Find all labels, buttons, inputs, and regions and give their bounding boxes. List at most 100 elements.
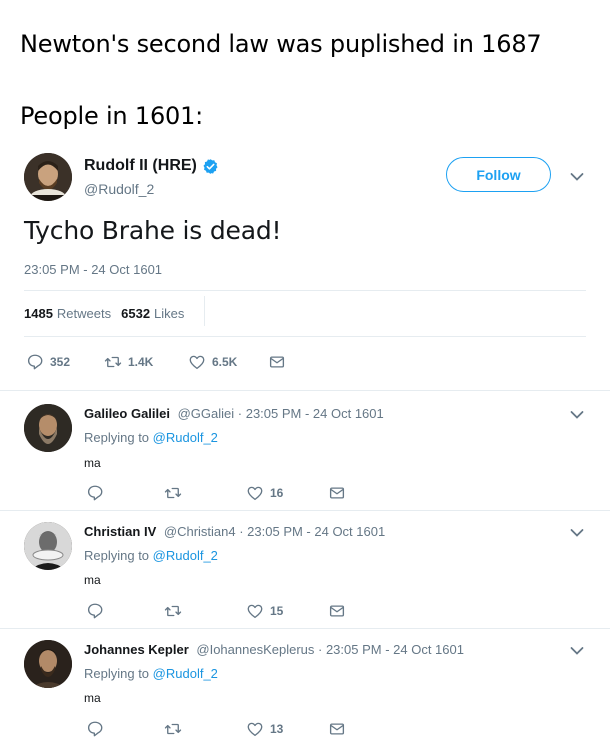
reply-author-name[interactable]: Johannes Kepler [84,642,189,657]
reply-action[interactable] [86,602,164,620]
reply-text: ma [84,573,101,587]
reply-author-name[interactable]: Galileo Galilei [84,406,170,421]
tweet-author-name[interactable]: Rudolf II (HRE) [84,157,219,175]
reply-author-handle[interactable]: @Christian4 [164,524,236,539]
reply-actions: 16 [86,484,346,502]
heart-icon [189,355,205,370]
reply-icon [87,485,103,501]
follow-button[interactable]: Follow [446,157,551,192]
message-action[interactable] [328,720,346,738]
retweet-count-action: 1.4K [128,355,154,369]
like-stat[interactable]: 6532 Likes [121,306,184,321]
author-name-text: Rudolf II (HRE) [84,157,197,174]
reply-text: ma [84,456,101,470]
like-action[interactable]: 16 [246,484,328,502]
tweet-actions: 352 1.4K 6.5K [26,353,286,371]
mention-link[interactable]: @Rudolf_2 [153,430,218,445]
retweet-stat[interactable]: 1485 Retweets [24,306,111,321]
heart-icon [247,604,263,619]
avatar[interactable] [24,153,72,201]
tweet-stats: 1485 Retweets 6532 Likes [24,296,205,326]
envelope-icon [329,605,345,617]
reply-header: Christian IV @Christian4 · 23:05 PM - 24… [84,524,385,539]
reply-author-handle[interactable]: @GGaliei [178,406,235,421]
portrait-christian-image [24,522,72,570]
reply-timestamp[interactable]: · 23:05 PM - 24 Oct 1601 [238,406,384,421]
divider [0,628,610,629]
reply-action[interactable] [86,484,164,502]
reply-text: ma [84,691,101,705]
replying-to: Replying to @Rudolf_2 [84,666,218,681]
like-action[interactable]: 6.5K [188,353,268,371]
divider [0,510,610,511]
avatar[interactable] [24,404,72,452]
like-count: 16 [270,486,284,500]
avatar[interactable] [24,640,72,688]
retweet-icon [164,605,182,617]
reply-count: 352 [50,355,71,369]
portrait-kepler-image [24,640,72,688]
retweet-action[interactable] [164,484,246,502]
like-action[interactable]: 15 [246,602,328,620]
replying-to: Replying to @Rudolf_2 [84,548,218,563]
mention-link[interactable]: @Rudolf_2 [153,548,218,563]
like-label: Likes [154,306,185,321]
reply-timestamp[interactable]: · 23:05 PM - 24 Oct 1601 [318,642,464,657]
retweet-label: Retweets [56,306,112,321]
retweet-icon [104,356,122,368]
reply-icon [87,603,103,619]
chevron-down-icon[interactable] [570,528,584,538]
portrait-galileo-image [24,404,72,452]
reply-header: Galileo Galilei @GGaliei · 23:05 PM - 24… [84,406,384,421]
replying-prefix: Replying to [84,430,150,445]
replying-prefix: Replying to [84,666,150,681]
like-count: 15 [270,604,284,618]
chevron-down-icon[interactable] [570,410,584,420]
replying-to: Replying to @Rudolf_2 [84,430,218,445]
tweet-timestamp[interactable]: 23:05 PM - 24 Oct 1601 [24,262,162,277]
replying-prefix: Replying to [84,548,150,563]
tweet-text: Tycho Brahe is dead! [24,216,282,245]
heart-icon [247,486,263,501]
envelope-icon [329,723,345,735]
retweet-icon [164,487,182,499]
tweet-author-handle[interactable]: @Rudolf_2 [84,181,154,197]
divider [24,336,586,337]
retweet-icon [164,723,182,735]
divider [0,390,610,391]
retweet-action[interactable] [164,602,246,620]
reply-author-name[interactable]: Christian IV [84,524,156,539]
verified-badge-icon [203,158,218,174]
retweet-action[interactable] [164,720,246,738]
like-count: 13 [270,722,284,736]
like-count-action: 6.5K [212,355,238,369]
reply-actions: 15 [86,602,346,620]
reply-action[interactable]: 352 [26,353,104,371]
stat-divider [204,296,205,326]
caption-line-2: People in 1601: [20,102,204,130]
message-action[interactable] [268,353,286,371]
reply-header: Johannes Kepler @IohannesKeplerus · 23:0… [84,642,464,657]
reply-actions: 13 [86,720,346,738]
reply-author-handle[interactable]: @IohannesKeplerus [196,642,314,657]
like-action[interactable]: 13 [246,720,328,738]
reply-action[interactable] [86,720,164,738]
caption-line-1: Newton's second law was puplished in 168… [20,30,542,58]
message-action[interactable] [328,602,346,620]
retweet-count: 1485 [24,306,53,321]
message-action[interactable] [328,484,346,502]
heart-icon [247,722,263,737]
portrait-rudolf-image [24,153,72,201]
envelope-icon [329,487,345,499]
divider [24,290,586,291]
retweet-action[interactable]: 1.4K [104,353,188,371]
avatar[interactable] [24,522,72,570]
chevron-down-icon[interactable] [570,172,584,182]
reply-timestamp[interactable]: · 23:05 PM - 24 Oct 1601 [239,524,385,539]
mention-link[interactable]: @Rudolf_2 [153,666,218,681]
reply-icon [27,354,43,370]
like-count: 6532 [121,306,151,321]
chevron-down-icon[interactable] [570,646,584,656]
envelope-icon [269,356,285,368]
reply-icon [87,721,103,737]
